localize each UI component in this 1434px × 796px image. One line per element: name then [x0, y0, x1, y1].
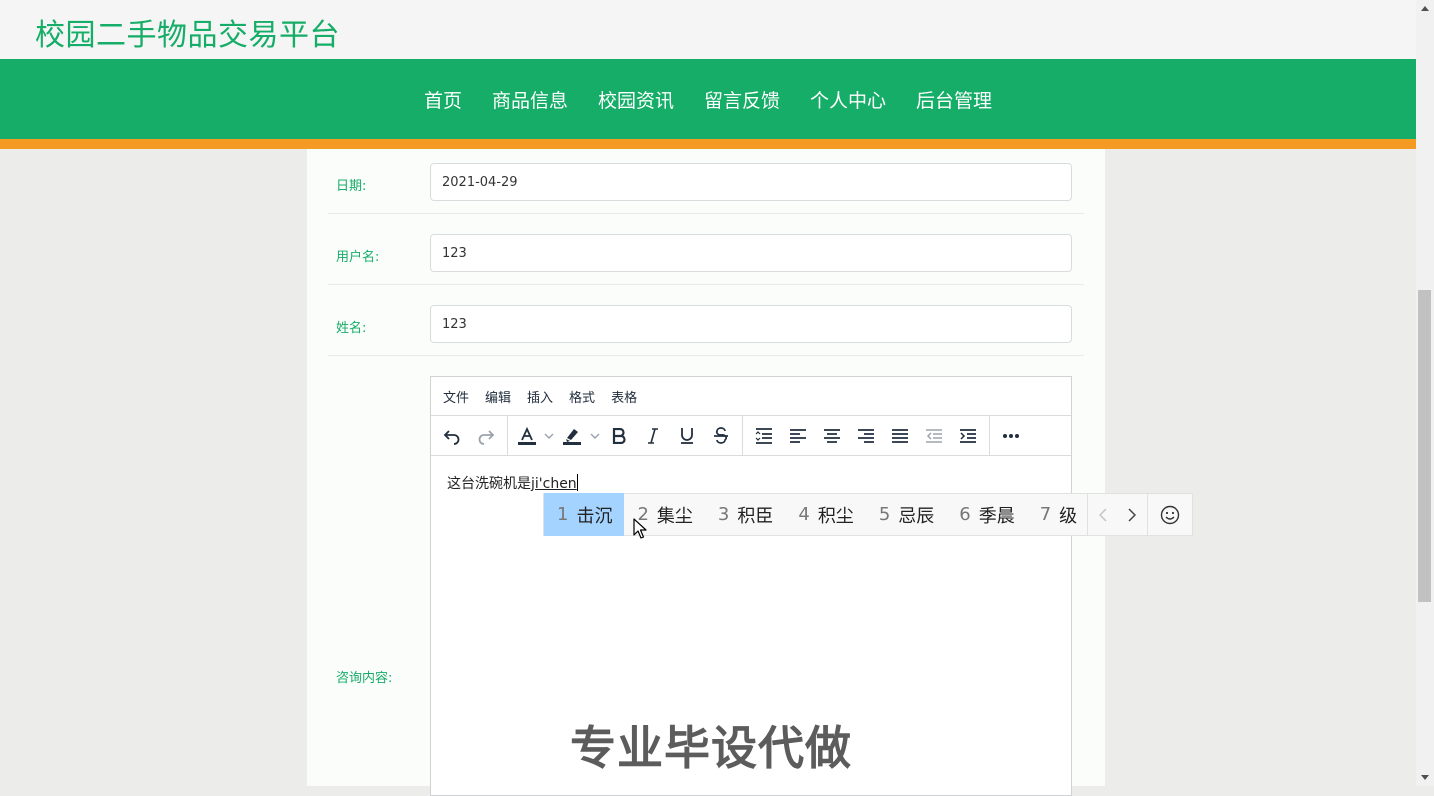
date-label: 日期: — [336, 179, 367, 194]
form-row-date: 日期: — [328, 149, 1084, 214]
scroll-up-icon[interactable] — [1416, 0, 1434, 17]
undo-icon[interactable] — [435, 420, 469, 452]
italic-icon[interactable] — [636, 420, 670, 452]
username-label: 用户名: — [336, 250, 380, 265]
editor-toolbar — [431, 416, 1071, 456]
site-header: 校园二手物品交易平台 — [0, 0, 1416, 59]
accent-strip — [0, 139, 1416, 149]
username-input[interactable] — [430, 234, 1072, 272]
chevron-down-icon[interactable] — [542, 420, 556, 452]
highlight-color-split — [556, 420, 602, 452]
more-icon[interactable] — [994, 420, 1028, 452]
next-page-icon[interactable] — [1118, 493, 1147, 536]
content-label: 咨询内容: — [336, 671, 393, 686]
nav-products[interactable]: 商品信息 — [477, 86, 583, 113]
ime-candidate-7[interactable]: 7级 — [1027, 493, 1087, 536]
underline-icon[interactable] — [670, 420, 704, 452]
mouse-pointer-icon — [633, 518, 647, 544]
highlight-icon[interactable] — [556, 420, 588, 452]
menu-file[interactable]: 文件 — [435, 387, 477, 406]
nav-feedback[interactable]: 留言反馈 — [689, 86, 795, 113]
menu-format[interactable]: 格式 — [561, 387, 603, 406]
candidate-text: 级 — [1059, 505, 1078, 527]
name-input[interactable] — [430, 305, 1072, 343]
menu-edit[interactable]: 编辑 — [477, 387, 519, 406]
candidate-text: 积尘 — [817, 505, 854, 527]
redo-icon[interactable] — [469, 420, 503, 452]
main-nav: 首页 商品信息 校园资讯 留言反馈 个人中心 后台管理 — [0, 59, 1416, 139]
nav-home[interactable]: 首页 — [409, 86, 477, 113]
ime-candidate-4[interactable]: 4 积尘 — [785, 493, 865, 536]
text-caret — [576, 474, 578, 491]
candidate-text: 积臣 — [737, 505, 774, 527]
outdent-icon[interactable] — [917, 420, 951, 452]
editor-menubar: 文件 编辑 插入 格式 表格 — [431, 377, 1071, 416]
name-label: 姓名: — [336, 321, 367, 336]
align-right-icon[interactable] — [849, 420, 883, 452]
chevron-down-icon[interactable] — [588, 420, 602, 452]
candidate-text: 集尘 — [656, 505, 693, 527]
indent-icon[interactable] — [951, 420, 985, 452]
nav-news[interactable]: 校园资讯 — [583, 86, 689, 113]
watermark-text: 专业毕设代做 — [570, 721, 852, 775]
toolbar-divider — [742, 416, 743, 455]
emoji-icon[interactable] — [1148, 493, 1192, 536]
site-title: 校园二手物品交易平台 — [35, 18, 340, 53]
line-height-icon[interactable] — [747, 420, 781, 452]
ime-candidate-6[interactable]: 6 季晨 — [946, 493, 1026, 536]
menu-insert[interactable]: 插入 — [519, 387, 561, 406]
toolbar-divider — [507, 416, 508, 455]
scroll-down-icon[interactable] — [1416, 769, 1434, 786]
date-input[interactable] — [430, 163, 1072, 201]
candidate-text: 季晨 — [978, 505, 1015, 527]
nav-admin[interactable]: 后台管理 — [901, 86, 1007, 113]
candidate-number: 3 — [717, 504, 730, 525]
candidate-number: 6 — [959, 504, 971, 525]
candidate-text: 忌辰 — [898, 505, 935, 527]
align-justify-icon[interactable] — [883, 420, 917, 452]
align-center-icon[interactable] — [815, 420, 849, 452]
menu-table[interactable]: 表格 — [603, 387, 645, 406]
form-row-name: 姓名: — [328, 284, 1084, 356]
candidate-number: 1 — [557, 504, 569, 525]
editor-text: 这台洗碗机是 — [447, 476, 531, 492]
toolbar-divider — [989, 416, 990, 455]
candidate-text: 击沉 — [576, 505, 613, 527]
ime-composition: ji'chen — [531, 476, 577, 492]
ime-candidate-1[interactable]: 1 击沉 — [544, 493, 625, 536]
align-left-icon[interactable] — [781, 420, 815, 452]
bold-icon[interactable] — [602, 420, 636, 452]
candidate-number: 7 — [1039, 504, 1052, 525]
text-color-split — [512, 420, 556, 452]
candidate-number: 5 — [878, 504, 891, 525]
editor-content[interactable]: 这台洗碗机是ji'chen — [447, 473, 578, 493]
strikethrough-icon[interactable] — [704, 420, 738, 452]
scrollbar-thumb[interactable] — [1418, 290, 1431, 602]
form-row-username: 用户名: — [328, 213, 1084, 285]
nav-profile[interactable]: 个人中心 — [795, 86, 901, 113]
ime-candidate-5[interactable]: 5 忌辰 — [866, 493, 946, 536]
candidate-number: 4 — [798, 504, 810, 525]
ime-candidate-3[interactable]: 3 积臣 — [705, 493, 785, 536]
prev-page-icon[interactable] — [1088, 493, 1117, 536]
text-color-icon[interactable] — [512, 420, 542, 452]
